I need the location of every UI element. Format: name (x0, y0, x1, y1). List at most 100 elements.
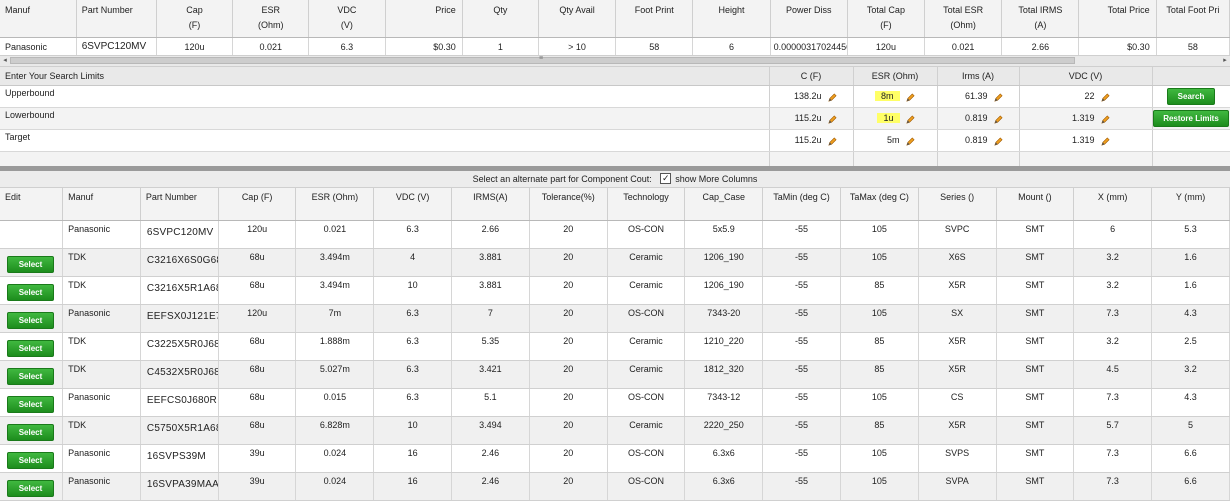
select-button[interactable]: Select (7, 312, 54, 329)
scroll-right-icon[interactable]: ▸ (1220, 56, 1230, 66)
column-header[interactable]: Cap_Case (684, 188, 764, 221)
table-row[interactable]: Select TDK C3225X5R0J686 68u 1.888m 6.3 5.35 20… (0, 332, 1230, 361)
scroll-left-icon[interactable]: ◂ (0, 56, 10, 66)
cell: Panasonic (62, 444, 141, 473)
column-header[interactable]: Part Number (76, 0, 157, 38)
search-button[interactable]: Search (1167, 88, 1215, 105)
column-header[interactable]: Tolerance(%) (529, 188, 608, 221)
edit-cell: Select (0, 276, 64, 305)
column-header[interactable]: TaMin (deg C) (762, 188, 841, 221)
column-header[interactable]: Mount () (996, 188, 1075, 221)
column-header[interactable]: Cap (F) (218, 188, 297, 221)
cell: 6SVPC120MV (76, 37, 157, 56)
pencil-icon[interactable] (827, 115, 837, 124)
cell: 7.3 (1073, 472, 1153, 501)
column-header[interactable]: Series () (918, 188, 997, 221)
select-button[interactable]: Select (7, 256, 54, 273)
column-header[interactable]: Total IRMS (A) (1001, 0, 1080, 38)
pencil-icon[interactable] (1100, 115, 1110, 124)
pencil-icon[interactable] (827, 93, 837, 102)
select-button[interactable]: Select (7, 480, 54, 497)
table-row[interactable]: Select Panasonic 16SVPS39M 39u 0.024 16 2.46 20… (0, 444, 1230, 473)
cell: 7343-20 (684, 304, 764, 333)
pencil-icon[interactable] (905, 137, 915, 146)
cell: C3216X5R1A686 (140, 276, 219, 305)
select-button[interactable]: Select (7, 340, 54, 357)
pencil-icon[interactable] (1100, 93, 1110, 102)
column-header[interactable]: VDC (V) (308, 0, 386, 38)
column-header[interactable]: Technology (607, 188, 686, 221)
table-row[interactable]: Panasonic 6SVPC120MV 120u 0.021 6.3 2.66 20 OS-… (0, 220, 1230, 249)
select-button[interactable]: Select (7, 396, 54, 413)
column-header[interactable]: Part Number (140, 188, 219, 221)
row-label: Upperbound (0, 85, 770, 108)
selected-part-grid: Manuf Part Number Cap (F) ESR (Ohm) VDC (V) Pric… (0, 0, 1230, 56)
horizontal-scrollbar[interactable]: ◂ ≡ ▸ (0, 55, 1230, 67)
column-header[interactable]: ESR (Ohm) (232, 0, 310, 38)
select-button[interactable]: Select (7, 368, 54, 385)
column-header[interactable]: Height (692, 0, 771, 38)
cell: 20 (529, 388, 608, 417)
header-unit: (V) (340, 20, 353, 30)
cell: 16SVPA39MAAY (140, 472, 219, 501)
table-row[interactable]: Select TDKC5750X5R1A68668u6.828m103.49420… (0, 416, 1230, 445)
show-more-columns-checkbox[interactable]: ✓ (660, 173, 672, 185)
column-header[interactable]: VDC (V) (373, 188, 453, 221)
pencil-icon[interactable] (905, 93, 915, 102)
column-header[interactable]: Total ESR (Ohm) (924, 0, 1003, 38)
select-button[interactable]: Select (7, 284, 54, 301)
column-header[interactable]: X (mm) (1073, 188, 1153, 221)
column-header[interactable]: Total Cap (F) (847, 0, 926, 38)
cell: 85 (840, 276, 919, 305)
cell: -55 (762, 388, 841, 417)
value: 1.319 (1071, 135, 1095, 146)
edit-cell: Select (0, 416, 64, 445)
column-header[interactable]: Foot Print (615, 0, 694, 38)
col-esr-header: ESR (Ohm) (853, 67, 938, 86)
pencil-icon[interactable] (993, 137, 1003, 146)
cell: X5R (918, 332, 997, 361)
column-header[interactable]: Edit (0, 188, 64, 221)
pencil-icon[interactable] (993, 115, 1003, 124)
table-row[interactable]: Select Panasonic EEFSX0J121E7 120u 7m 6.3 7 20 O… (0, 304, 1230, 333)
cell: TDK (62, 276, 141, 305)
column-header[interactable]: Cap (F) (156, 0, 234, 38)
cell: 105 (840, 304, 919, 333)
column-header[interactable]: Price (385, 0, 463, 38)
table-row[interactable]: Select Panasonic 16SVPA39MAAY 39u 0.024 16 2.4… (0, 472, 1230, 501)
pencil-icon[interactable] (827, 137, 837, 146)
column-header[interactable]: ESR (Ohm) (295, 188, 375, 221)
restore-limits-button[interactable]: Restore Limits (1153, 110, 1229, 127)
select-button[interactable]: Select (7, 424, 54, 441)
table-row[interactable]: Select TDK C4532X5R0J686 68u 5.027m 6.3 3.421 2… (0, 360, 1230, 389)
column-header[interactable]: IRMS(A) (451, 188, 530, 221)
cell: 105 (840, 388, 919, 417)
column-header[interactable]: Total Foot Pri (1156, 0, 1230, 38)
cell: -55 (762, 472, 841, 501)
column-header[interactable]: Manuf (62, 188, 141, 221)
cell: 105 (840, 220, 919, 249)
column-header[interactable]: Power Diss (770, 0, 848, 38)
pencil-icon[interactable] (905, 115, 915, 124)
cell: 1 (462, 37, 539, 56)
column-header[interactable]: Y (mm) (1151, 188, 1230, 221)
column-header[interactable]: Total Price (1078, 0, 1157, 38)
column-header[interactable]: Manuf (0, 0, 77, 38)
column-header[interactable]: Qty (462, 0, 539, 38)
table-row[interactable]: Select Panasonic EEFCS0J680R 68u 0.015 6.3 5.1… (0, 388, 1230, 417)
table-row[interactable]: Select TDKC3216X5R1A68668u3.494m103.88120… (0, 276, 1230, 305)
table-row[interactable]: Select TDKC3216X6S0G68668u3.494m43.88120C… (0, 248, 1230, 277)
cell: X5R (918, 276, 997, 305)
selected-part-row[interactable]: Panasonic 6SVPC120MV 120u 0.021 6.3 $0.30 1 > 1… (0, 37, 1230, 56)
pencil-icon[interactable] (993, 93, 1003, 102)
cell: OS-CON (607, 388, 686, 417)
scrollbar-thumb[interactable]: ≡ (10, 55, 1075, 64)
column-header[interactable]: TaMax (deg C) (840, 188, 919, 221)
header-label: Power Diss (785, 5, 832, 15)
cell: EEFSX0J121E7 (140, 304, 219, 333)
cell: 2220_250 (684, 416, 764, 445)
column-header[interactable]: Qty Avail (538, 0, 617, 38)
cell: Panasonic (62, 304, 141, 333)
pencil-icon[interactable] (1100, 137, 1110, 146)
select-button[interactable]: Select (7, 452, 54, 469)
